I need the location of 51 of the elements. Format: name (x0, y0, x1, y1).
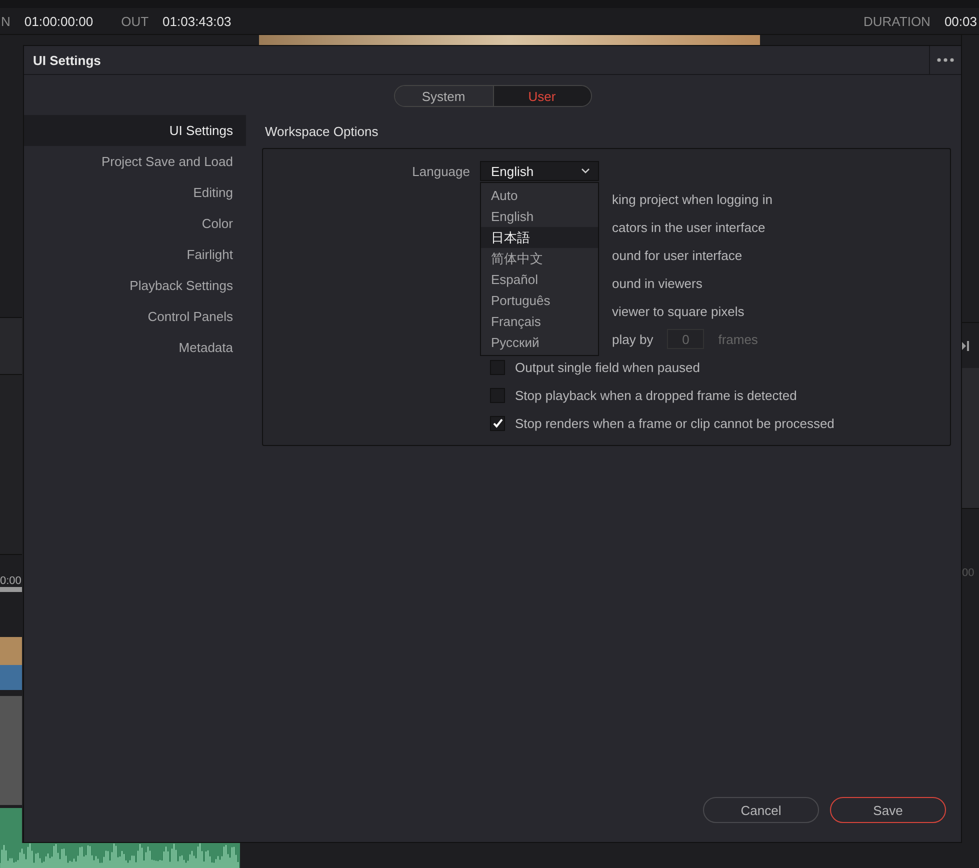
timecode-label: N (1, 14, 10, 28)
menu-item[interactable]: 简体中文 (481, 248, 598, 269)
option-label: ound in viewers (612, 276, 702, 290)
section-title: Workspace Options (265, 124, 378, 139)
sidebar-item[interactable]: Metadata (24, 332, 246, 363)
tab[interactable]: System (394, 86, 492, 106)
sidebar-item[interactable]: UI Settings (24, 115, 246, 146)
timecode-value: 01:00:00:00 (24, 14, 94, 28)
option-label: king project when logging in (612, 192, 772, 206)
option-label: Output single field when paused (515, 360, 700, 374)
video-clip (0, 664, 22, 690)
chevron-icon (581, 168, 590, 174)
option-label: Stop playback when a dropped frame is detected (515, 388, 797, 402)
skip-end-icon (962, 340, 969, 350)
checkbox[interactable] (490, 360, 505, 374)
dialog-title: UI Settings (33, 52, 102, 68)
sidebar-item[interactable]: Playback Settings (24, 270, 246, 301)
timecode-label: OUT (121, 14, 149, 28)
field-label: Language (411, 164, 471, 178)
timecode-value: 01:03:43:03 (162, 14, 232, 28)
menu-item[interactable]: Español (481, 269, 598, 290)
sidebar-item[interactable]: Control Panels (24, 301, 246, 332)
audio-clip (0, 808, 22, 843)
checkbox[interactable] (490, 416, 505, 430)
more-icon[interactable] (937, 58, 954, 62)
cancel-button[interactable]: Cancel (703, 797, 819, 823)
sidebar-item[interactable]: Editing (24, 177, 246, 208)
sidebar-item[interactable]: Fairlight (24, 239, 246, 270)
option-label: cators in the user interface (612, 220, 766, 234)
sidebar-item[interactable]: Color (24, 208, 246, 239)
tab[interactable]: User (492, 86, 590, 106)
timeline-time: 0:00 (0, 575, 22, 588)
option-label: Stop renders when a frame or clip cannot be processed (515, 416, 834, 430)
menu-item[interactable]: Auto (481, 185, 598, 206)
menu-item[interactable]: 日本語 (481, 227, 598, 248)
menu-item[interactable]: English (481, 206, 598, 227)
language-dropdown[interactable]: English (480, 161, 599, 181)
checkbox[interactable] (490, 388, 505, 402)
clip-thumbnail (0, 637, 22, 665)
menu-item[interactable]: Français (481, 311, 598, 332)
save-button[interactable]: Save (830, 797, 946, 823)
timecode-label: DURATION (864, 14, 930, 28)
menu-item[interactable]: Русский (481, 332, 598, 353)
sidebar-item[interactable]: Project Save and Load (24, 146, 246, 177)
menu-item[interactable]: Português (481, 290, 598, 311)
option-label: ound for user interface (612, 248, 742, 262)
unit-label: frames (718, 332, 758, 346)
option-label: play by (612, 332, 654, 346)
timecode-value: 00:03 (944, 14, 977, 28)
timeline-scrollbar[interactable] (0, 587, 22, 592)
option-label: viewer to square pixels (612, 304, 744, 318)
